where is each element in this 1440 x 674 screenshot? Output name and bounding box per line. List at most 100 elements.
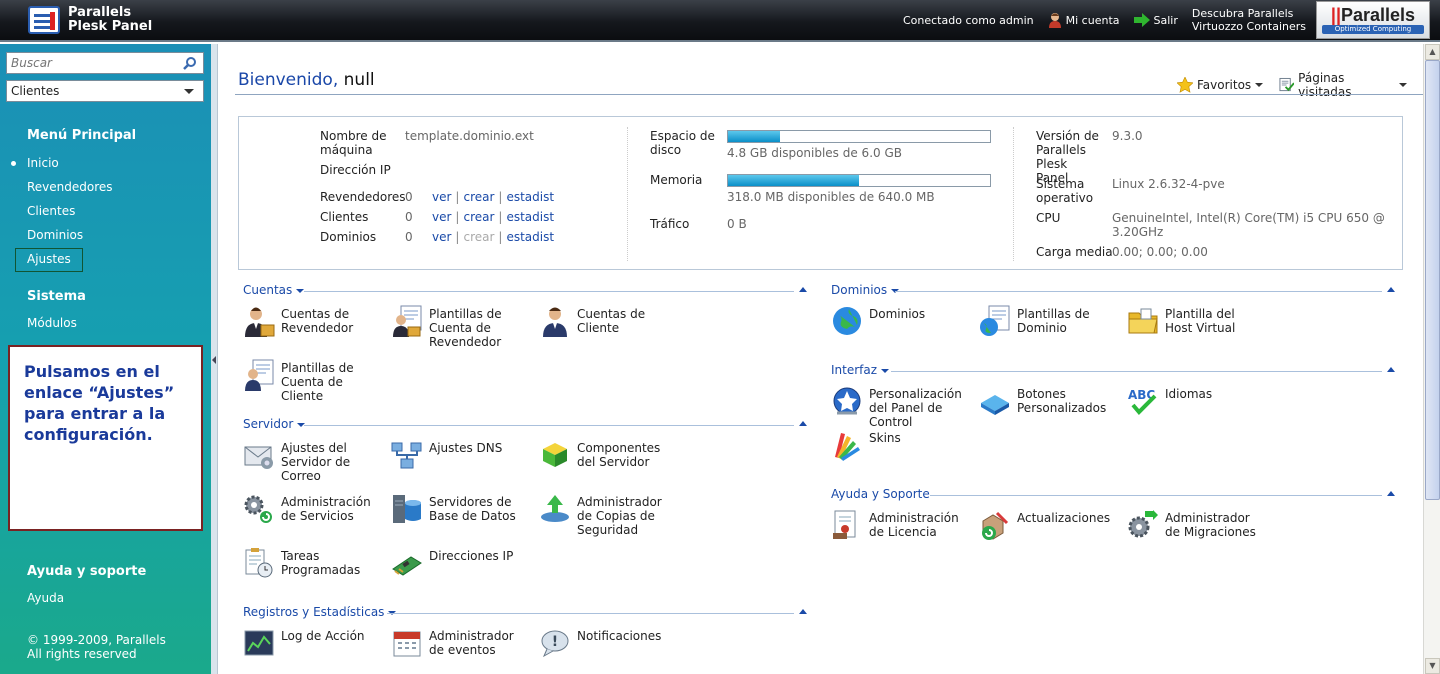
- migration-gears-icon: [1128, 510, 1158, 538]
- item-license-management[interactable]: Administración de Licencia: [831, 510, 969, 541]
- item-label: Servidores de Base de Datos: [429, 495, 516, 523]
- search-scope-select[interactable]: Clientes: [6, 80, 204, 102]
- search-input[interactable]: [7, 56, 177, 70]
- item-server-components[interactable]: Componentes del Servidor: [539, 441, 677, 471]
- os-label: Sistema operativo: [1036, 177, 1094, 205]
- parallels-brand-logo[interactable]: ||Parallels Optimized Computing: [1316, 1, 1430, 39]
- copyright: © 1999-2009, Parallels All rights reserve…: [27, 633, 166, 661]
- copyright-line1: © 1999-2009, Parallels: [27, 633, 166, 647]
- item-backup-manager[interactable]: Administrador de Copias de Seguridad: [539, 495, 677, 537]
- event-calendar-icon: [393, 631, 421, 657]
- clients-stats-link[interactable]: estadist: [506, 210, 554, 224]
- item-dns-settings[interactable]: Ajustes DNS: [391, 441, 529, 471]
- sidebar-item-ajustes[interactable]: Ajustes: [27, 252, 71, 266]
- collapse-section-icon[interactable]: [1387, 491, 1395, 496]
- resellers-create-link[interactable]: crear: [463, 190, 494, 204]
- item-action-log[interactable]: Log de Acción: [243, 629, 381, 659]
- section-ayuda-header[interactable]: Ayuda y Soporte: [831, 487, 930, 501]
- collapse-arrow-icon: [212, 356, 216, 364]
- search-box[interactable]: [6, 52, 204, 74]
- ip-label: Dirección IP: [320, 163, 391, 177]
- disk-value: 4.8 GB disponibles de 6.0 GB: [727, 146, 902, 160]
- resellers-stats-link[interactable]: estadist: [506, 190, 554, 204]
- resellers-view-link[interactable]: ver: [432, 190, 451, 204]
- sidebar-item-modulos[interactable]: Módulos: [27, 316, 77, 330]
- updates-icon: [982, 511, 1009, 540]
- item-domains[interactable]: Dominios: [831, 307, 969, 337]
- traffic-label: Tráfico: [650, 217, 690, 231]
- search-icon[interactable]: [183, 56, 197, 70]
- item-skins[interactable]: Skins: [831, 431, 969, 461]
- section-divider: [304, 425, 794, 426]
- collapse-section-icon[interactable]: [799, 287, 807, 292]
- title-divider: [235, 94, 1423, 95]
- vertical-scrollbar[interactable]: ▲ ▼: [1423, 44, 1440, 674]
- item-virtual-host-template[interactable]: Plantilla del Host Virtual: [1127, 307, 1265, 337]
- sidebar-item-dominios[interactable]: Dominios: [27, 228, 83, 242]
- section-registros-header[interactable]: Registros y Estadísticas: [243, 605, 397, 619]
- sidebar-collapse-handle[interactable]: [211, 44, 218, 674]
- sidebar-item-revendedores[interactable]: Revendedores: [27, 180, 113, 194]
- item-reseller-accounts[interactable]: Cuentas de Revendedor: [243, 307, 381, 337]
- discover-virtuozzo-link[interactable]: Descubra Parallels Virtuozzo Containers: [1192, 7, 1306, 33]
- hostname-label: Nombre de máquina: [320, 129, 387, 157]
- collapse-section-icon[interactable]: [799, 421, 807, 426]
- clients-create-link[interactable]: crear: [463, 210, 494, 224]
- item-database-servers[interactable]: Servidores de Base de Datos: [391, 495, 529, 525]
- favorites-menu[interactable]: Favoritos: [1177, 77, 1264, 93]
- collapse-section-icon[interactable]: [1387, 367, 1395, 372]
- plesk-logo[interactable]: Parallels Plesk Panel: [28, 6, 152, 34]
- backup-icon: [541, 495, 569, 522]
- item-label: Log de Acción: [281, 629, 365, 643]
- memory-label: Memoria: [650, 173, 703, 187]
- scroll-down-icon[interactable]: ▼: [1425, 658, 1440, 674]
- item-service-management[interactable]: Administración de Servicios: [243, 495, 381, 525]
- logout-label: Salir: [1153, 13, 1178, 27]
- item-client-accounts[interactable]: Cuentas de Cliente: [539, 307, 677, 337]
- item-custom-buttons[interactable]: Botones Personalizados: [979, 387, 1117, 417]
- scroll-up-icon[interactable]: ▲: [1425, 44, 1440, 60]
- domains-count: 0: [405, 230, 413, 244]
- chevron-down-icon: [184, 89, 194, 94]
- section-servidor-header[interactable]: Servidor: [243, 417, 306, 431]
- item-migration-manager[interactable]: Administrador de Migraciones: [1127, 510, 1265, 541]
- memory-value: 318.0 MB disponibles de 640.0 MB: [727, 190, 935, 204]
- section-cuentas-header[interactable]: Cuentas: [243, 283, 305, 297]
- sidebar-item-ayuda[interactable]: Ayuda: [27, 591, 64, 605]
- item-client-account-templates[interactable]: Plantillas de Cuenta de Cliente: [243, 359, 381, 403]
- item-label: Dominios: [869, 307, 926, 321]
- copyright-line2: All rights reserved: [27, 647, 137, 661]
- discover-line2: Virtuozzo Containers: [1191, 20, 1306, 33]
- clients-view-link[interactable]: ver: [432, 210, 451, 224]
- item-domain-templates[interactable]: Plantillas de Dominio: [979, 305, 1117, 337]
- item-mail-server-settings[interactable]: Ajustes del Servidor de Correo: [243, 441, 381, 483]
- sidebar-item-clientes[interactable]: Clientes: [27, 204, 75, 218]
- item-reseller-account-templates[interactable]: Plantillas de Cuenta de Revendedor: [391, 305, 529, 349]
- my-account-link[interactable]: Mi cuenta: [1048, 12, 1120, 28]
- collapse-section-icon[interactable]: [1387, 287, 1395, 292]
- item-event-manager[interactable]: Administrador de eventos: [391, 629, 529, 659]
- logout-link[interactable]: Salir: [1133, 13, 1178, 27]
- item-notifications[interactable]: ! Notificaciones: [539, 629, 677, 659]
- item-label: Direcciones IP: [429, 549, 514, 563]
- item-updates[interactable]: Actualizaciones: [979, 511, 1117, 541]
- scrollbar-thumb[interactable]: [1425, 60, 1440, 500]
- item-label: Administrador de Migraciones: [1165, 511, 1256, 539]
- discover-line1: Descubra Parallels: [1191, 7, 1294, 20]
- top-bar: Parallels Plesk Panel Conectado como admi…: [0, 0, 1440, 42]
- hostname-value: template.dominio.ext: [405, 129, 534, 143]
- item-control-panel-customization[interactable]: Personalización del Panel de Control: [831, 387, 969, 429]
- main-content: Bienvenido, null Favoritos Páginas visit…: [219, 44, 1423, 674]
- domains-view-link[interactable]: ver: [432, 230, 451, 244]
- database-server-icon: [393, 495, 421, 523]
- section-interfaz-header[interactable]: Interfaz: [831, 363, 890, 377]
- item-scheduled-tasks[interactable]: Tareas Programadas: [243, 548, 381, 579]
- collapse-section-icon[interactable]: [799, 609, 807, 614]
- sidebar-item-inicio[interactable]: Inicio: [11, 156, 59, 170]
- domains-stats-link[interactable]: estadist: [506, 230, 554, 244]
- app-title-line2: Plesk Panel: [68, 19, 153, 34]
- item-ip-addresses[interactable]: Direcciones IP: [391, 549, 529, 579]
- section-interfaz-title: Interfaz: [831, 363, 878, 377]
- section-dominios-header[interactable]: Dominios: [831, 283, 900, 297]
- item-languages[interactable]: ABC Idiomas: [1127, 387, 1265, 417]
